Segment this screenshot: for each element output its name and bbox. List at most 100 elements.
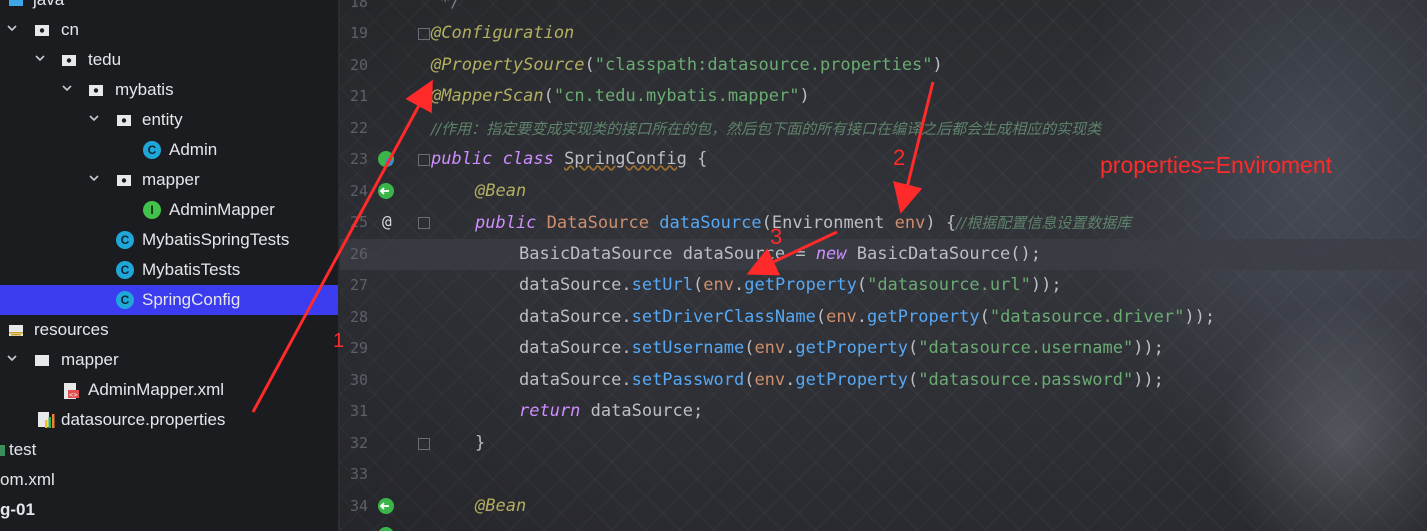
- fold-marker[interactable]: [418, 438, 430, 450]
- code-punct: ): [932, 55, 943, 75]
- line-number: 30: [349, 371, 368, 389]
- folder-icon: [9, 0, 23, 6]
- tree-item-mybatistests[interactable]: C MybatisTests: [0, 255, 338, 285]
- line-number: 31: [349, 402, 368, 420]
- code-line-26[interactable]: 26 BasicDataSource dataSource = new Basi…: [340, 239, 1427, 270]
- chevron-down-icon[interactable]: [6, 22, 18, 34]
- code-plain: dataSource.: [519, 275, 632, 295]
- tree-item-mapper-folder[interactable]: mapper: [0, 345, 338, 375]
- annotation-note: properties=Enviroment: [1100, 152, 1333, 178]
- tree-item-java[interactable]: java: [0, 0, 338, 15]
- code-line-33[interactable]: 33: [340, 459, 1427, 490]
- code-line-21[interactable]: 21 @MapperScan("cn.tedu.mybatis.mapper"): [340, 81, 1427, 112]
- tree-item-mybatis[interactable]: mybatis: [0, 75, 338, 105]
- string-token: "datasource.driver": [989, 307, 1185, 327]
- resources-folder-icon: [9, 325, 23, 336]
- code-punct: ): [799, 86, 810, 106]
- code-line-24[interactable]: 24 @Bean: [340, 176, 1427, 207]
- tree-item-tedu[interactable]: tedu: [0, 45, 338, 75]
- tree-item-mapper-package[interactable]: mapper: [0, 165, 338, 195]
- override-at-icon[interactable]: @: [382, 212, 392, 231]
- method-token: setUrl: [631, 275, 694, 295]
- spring-bean-icon[interactable]: [377, 526, 395, 531]
- fold-marker[interactable]: [418, 217, 430, 229]
- method-token: getProperty: [867, 307, 980, 327]
- svg-text:<>: <>: [69, 391, 77, 399]
- code-line-32[interactable]: 32 }: [340, 428, 1427, 459]
- code-line-20[interactable]: 20 @PropertySource("classpath:datasource…: [340, 50, 1427, 81]
- code-line-18[interactable]: 18 */: [340, 0, 1427, 18]
- tree-item-cn[interactable]: cn: [0, 15, 338, 45]
- code-line-28[interactable]: 28 dataSource.setDriverClassName(env.get…: [340, 302, 1427, 333]
- tree-item-module[interactable]: g-01: [0, 495, 338, 525]
- chevron-down-icon[interactable]: [88, 172, 100, 184]
- spring-bean-icon[interactable]: [377, 150, 395, 168]
- code-text: }: [475, 433, 486, 453]
- code-line-31[interactable]: 31 return dataSource;: [340, 396, 1427, 427]
- tree-item-label: MybatisSpringTests: [142, 230, 290, 249]
- tree-item-label: AdminMapper.xml: [88, 380, 225, 399]
- tree-item-label: g-01: [0, 500, 35, 519]
- code-text: dataSource.setUrl(env.getProperty("datas…: [519, 275, 1062, 295]
- method-token: dataSource: [659, 213, 762, 233]
- code-line-19[interactable]: 19 @Configuration: [340, 18, 1427, 49]
- tree-item-label: resources: [34, 320, 109, 339]
- code-line-30[interactable]: 30 dataSource.setPassword(env.getPropert…: [340, 365, 1427, 396]
- folder-icon: [0, 445, 5, 456]
- test-class-icon: C: [116, 261, 134, 279]
- chevron-down-icon[interactable]: [6, 352, 18, 364]
- tree-item-adminmapper-xml[interactable]: <> AdminMapper.xml: [0, 375, 338, 405]
- code-line-29[interactable]: 29 dataSource.setUsername(env.getPropert…: [340, 333, 1427, 364]
- tree-item-label: cn: [61, 20, 79, 39]
- code-punct: .: [785, 370, 796, 390]
- xml-file-icon: <>: [64, 383, 79, 399]
- tree-item-resources[interactable]: resources: [0, 315, 338, 345]
- code-punct: .: [856, 307, 868, 327]
- code-punct: (: [693, 275, 704, 295]
- tree-item-pom-xml[interactable]: om.xml: [0, 465, 338, 495]
- code-line-25[interactable]: 25 @ public DataSource dataSource(Enviro…: [340, 207, 1427, 238]
- fold-marker[interactable]: [418, 154, 430, 166]
- code-text: @MapperScan("cn.tedu.mybatis.mapper"): [431, 86, 810, 106]
- fold-marker[interactable]: [418, 28, 430, 40]
- interface-icon: I: [143, 201, 161, 219]
- project-tree-panel: java cn tedu mybatis entity C Admin mapp…: [0, 0, 338, 531]
- tree-item-label: om.xml: [0, 470, 55, 489]
- code-punct: .: [785, 338, 796, 358]
- code-line-27[interactable]: 27 dataSource.setUrl(env.getProperty("da…: [340, 270, 1427, 301]
- tree-item-springconfig[interactable]: C SpringConfig: [0, 285, 338, 315]
- code-editor[interactable]: 18 */ 19 @Configuration 20 @PropertySour…: [340, 0, 1427, 531]
- param-token: env: [703, 275, 734, 295]
- package-icon: [35, 25, 49, 36]
- annotation-token: @Bean: [475, 496, 527, 516]
- tree-item-admin[interactable]: C Admin: [0, 135, 338, 165]
- code-punct: (: [979, 307, 990, 327]
- code-text: public class SpringConfig {: [431, 149, 707, 169]
- code-punct: ) {: [925, 213, 957, 233]
- tree-item-entity[interactable]: entity: [0, 105, 338, 135]
- tree-item-test[interactable]: test: [0, 435, 338, 465]
- line-number: 20: [349, 56, 368, 74]
- code-punct: {: [686, 149, 708, 169]
- line-number: 23: [349, 150, 368, 168]
- code-line-34[interactable]: 34 @Bean: [340, 491, 1427, 522]
- spring-bean-icon[interactable]: [377, 497, 395, 515]
- line-number: 27: [349, 276, 368, 294]
- method-token: getProperty: [744, 275, 857, 295]
- chevron-down-icon[interactable]: [61, 82, 73, 94]
- code-line-22[interactable]: 22 //作用：指定要变成实现类的接口所在的包，然后包下面的所有接口在编译之后都…: [340, 113, 1427, 144]
- annotation-token: @Configuration: [431, 23, 575, 43]
- test-class-icon: C: [116, 231, 134, 249]
- tree-item-mybatisspringtests[interactable]: C MybatisSpringTests: [0, 225, 338, 255]
- code-text: dataSource.setPassword(env.getProperty("…: [519, 370, 1164, 390]
- code-punct: .: [733, 275, 745, 295]
- param-token: env: [826, 307, 857, 327]
- annotation-token: @Bean: [475, 181, 527, 201]
- spring-bean-icon[interactable]: [377, 182, 395, 200]
- tree-item-adminmapper[interactable]: I AdminMapper: [0, 195, 338, 225]
- code-text: return dataSource;: [519, 401, 703, 421]
- chevron-down-icon[interactable]: [88, 112, 100, 124]
- chevron-down-icon[interactable]: [34, 52, 46, 64]
- tree-item-label: SpringConfig: [142, 290, 241, 309]
- tree-item-datasource-properties[interactable]: datasource.properties: [0, 405, 338, 435]
